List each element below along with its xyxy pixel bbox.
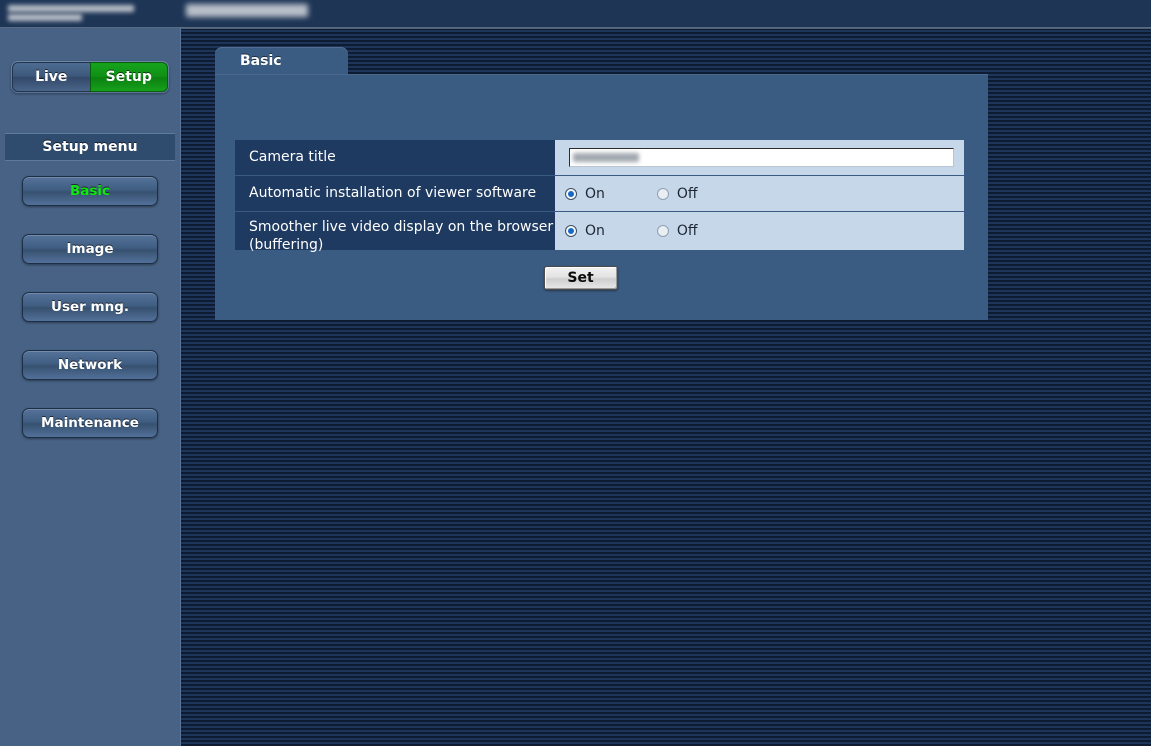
content-area: Basic Camera title Automatic installatio… [180,28,1151,746]
camera-title-value-cell [555,140,964,175]
setup-button[interactable]: Setup [89,62,168,92]
smoother-live-video-label: Smoother live video display on the brows… [235,212,555,253]
sidebar-item-network[interactable]: Network [22,350,158,380]
brand-logo [8,1,148,25]
radio-selected-icon[interactable] [565,225,577,237]
smoother-live-video-on-label: On [585,223,605,239]
live-button[interactable]: Live [12,62,90,92]
camera-title-input[interactable] [569,148,954,167]
sidebar-item-maintenance[interactable]: Maintenance [22,408,158,438]
smoother-live-video-on[interactable]: On [565,223,605,239]
brand-logo-line-1 [8,5,134,12]
setup-page: Live Setup Setup menu Basic Image User m… [0,0,1151,746]
mode-toggle: Live Setup [11,61,169,93]
smoother-live-video-label-line2: (buffering) [249,236,324,253]
app-header [0,0,1151,28]
sidebar-nav: Basic Image User mng. Network Maintenanc… [22,176,158,466]
radio-unselected-icon[interactable] [656,225,669,237]
sidebar-item-user-mng[interactable]: User mng. [22,292,158,322]
settings-table: Camera title Automatic installation of v… [235,140,964,253]
auto-install-viewer-off[interactable]: Off [656,185,698,202]
set-button[interactable]: Set [543,266,618,290]
radio-unselected-icon[interactable] [656,187,669,200]
smoother-live-video-value-cell: On Off [555,212,964,250]
brand-logo-line-2 [8,14,82,21]
table-row: Automatic installation of viewer softwar… [235,176,964,211]
tab-bar: Basic [215,47,348,74]
auto-install-viewer-on[interactable]: On [565,186,605,202]
device-model-title [186,4,308,22]
auto-install-viewer-radio-group: On Off [555,186,750,202]
smoother-live-video-radio-group: On Off [555,223,750,239]
camera-title-label: Camera title [235,140,555,175]
tab-basic[interactable]: Basic [215,47,348,74]
smoother-live-video-off-label: Off [676,223,698,239]
auto-install-viewer-on-label: On [585,185,605,202]
sidebar-item-basic[interactable]: Basic [22,176,158,206]
auto-install-viewer-value-cell: On Off [555,176,964,211]
camera-title-input-text [573,153,639,162]
radio-selected-icon[interactable] [565,187,577,200]
sidebar-item-image[interactable]: Image [22,234,158,264]
settings-panel: Camera title Automatic installation of v… [215,74,988,320]
set-button-row: Set [215,266,988,290]
table-row: Camera title [235,140,964,175]
smoother-live-video-off[interactable]: Off [656,223,698,239]
table-row: Smoother live video display on the brows… [235,212,964,253]
device-model-text [186,4,308,17]
sidebar: Live Setup Setup menu Basic Image User m… [0,28,181,746]
smoother-live-video-label-line1: Smoother live video display on the brows… [249,219,554,235]
auto-install-viewer-label: Automatic installation of viewer softwar… [235,176,555,211]
setup-menu-heading: Setup menu [5,133,175,161]
auto-install-viewer-off-label: Off [676,185,698,202]
